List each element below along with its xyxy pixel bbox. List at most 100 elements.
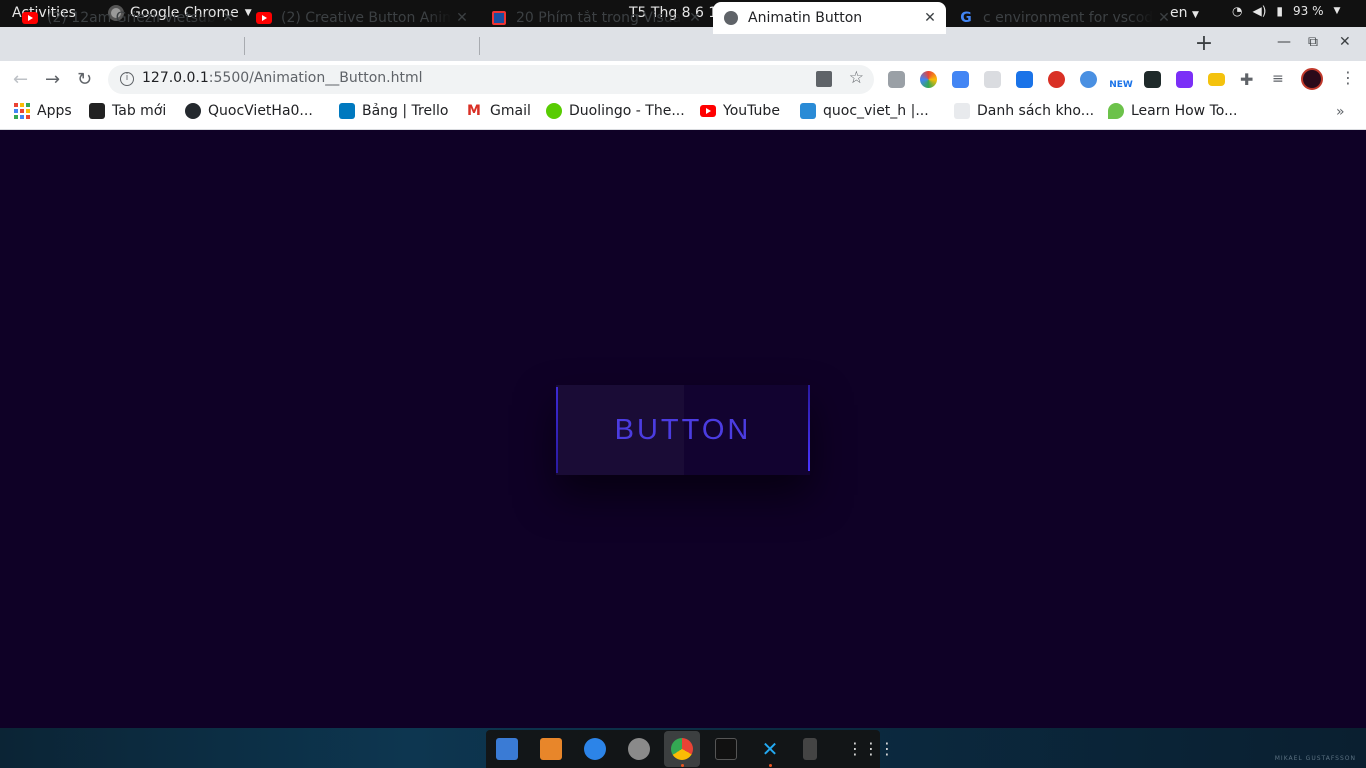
- minimize-icon[interactable]: —: [1277, 34, 1291, 50]
- new-tab-button[interactable]: +: [1190, 31, 1218, 56]
- bookmark-site-icon: [954, 103, 970, 119]
- bookmark-site-icon: [800, 103, 816, 119]
- bookmark-youtube[interactable]: YouTube: [700, 103, 780, 119]
- terminal-icon[interactable]: [715, 738, 737, 760]
- close-icon[interactable]: ✕: [452, 10, 472, 26]
- bookmark-label: Apps: [37, 103, 72, 119]
- bookmark-duolingo[interactable]: Duolingo - The...: [546, 103, 685, 119]
- close-icon[interactable]: ✕: [1154, 10, 1174, 26]
- bookmark-label: Danh sách kho...: [977, 103, 1095, 119]
- app-store-icon[interactable]: [584, 738, 606, 760]
- caret-down-icon: ▼: [1333, 6, 1341, 16]
- bookmark-label: Learn How To...: [1131, 103, 1238, 119]
- profile-avatar[interactable]: [1301, 68, 1323, 90]
- bookmark-quoc-viet[interactable]: quoc_viet_h |...: [800, 103, 929, 119]
- close-icon[interactable]: ✕: [218, 10, 238, 26]
- url-text[interactable]: 127.0.0.1:5500/Animation__Button.html: [142, 70, 422, 86]
- running-indicator: [769, 764, 772, 767]
- apps-grid-icon: [14, 103, 30, 119]
- show-applications-icon[interactable]: ⋮⋮⋮: [847, 738, 895, 760]
- files-icon[interactable]: [496, 738, 518, 760]
- article-icon: [491, 10, 507, 26]
- back-arrow-icon[interactable]: ←: [13, 69, 28, 90]
- bookmark-trello[interactable]: Bảng | Trello: [339, 103, 448, 119]
- google-translate-extension-icon[interactable]: [952, 71, 969, 88]
- trello-icon: [339, 103, 355, 119]
- chrome-icon[interactable]: [671, 738, 693, 760]
- tab-title: Animatin Button: [748, 10, 863, 26]
- bookmark-label: QuocVietHa0...: [208, 103, 313, 119]
- youtube-icon: [700, 103, 716, 119]
- tab-moi-icon: [89, 103, 105, 119]
- url-path: :5500/Animation__Button.html: [208, 70, 423, 86]
- battery-icon: ▮: [1276, 4, 1284, 18]
- media-queue-icon[interactable]: ≡: [1272, 71, 1289, 88]
- battery-level: 93 %: [1293, 4, 1324, 18]
- presentation-app-icon[interactable]: [540, 738, 562, 760]
- forward-arrow-icon[interactable]: →: [45, 69, 60, 90]
- globe-icon: [723, 10, 739, 26]
- bookmark-label: quoc_viet_h |...: [823, 103, 929, 119]
- tab-youtube-creative-button[interactable]: (2) Creative Button Anima ✕: [246, 2, 478, 34]
- address-bar[interactable]: i 127.0.0.1:5500/Animation__Button.html …: [108, 65, 874, 94]
- extension-icon[interactable]: [1144, 71, 1161, 88]
- browser-toolbar: ← → ↻ i 127.0.0.1:5500/Animation__Button…: [0, 61, 1366, 98]
- close-icon[interactable]: ✕: [685, 10, 705, 26]
- duolingo-icon: [546, 103, 562, 119]
- window-close-icon[interactable]: ✕: [1339, 34, 1351, 50]
- bookmark-danh-sach[interactable]: Danh sách kho...: [954, 103, 1094, 119]
- extension-icon[interactable]: [1080, 71, 1097, 88]
- volume-icon: ◀): [1252, 4, 1267, 18]
- bookmark-label: Duolingo - The...: [569, 103, 685, 119]
- extension-icon[interactable]: [888, 71, 905, 88]
- extensions-puzzle-icon[interactable]: ✚: [1240, 71, 1257, 88]
- tab-youtube-12am[interactable]: (2) 12am Griezii vietsub + l ✕: [12, 2, 244, 34]
- running-indicator: [681, 764, 684, 767]
- tab-title: c environment for vscode: [983, 10, 1154, 26]
- reload-icon[interactable]: ↻: [77, 69, 92, 90]
- extension-icon[interactable]: [1176, 71, 1193, 88]
- youtube-icon: [256, 10, 272, 26]
- water-drop-extension-icon[interactable]: [1016, 71, 1033, 88]
- dock: ✕ ⋮⋮⋮: [486, 730, 895, 768]
- bookmark-learn-how-to[interactable]: Learn How To...: [1108, 103, 1237, 119]
- close-icon[interactable]: ✕: [920, 10, 940, 26]
- more-menu-icon[interactable]: ⋮: [1340, 68, 1356, 87]
- bookmark-label: Tab mới: [112, 103, 167, 119]
- tab-title: (2) 12am Griezii vietsub + l: [47, 10, 218, 26]
- bookmark-star-icon[interactable]: ☆: [849, 68, 864, 88]
- wifi-icon: ◔: [1232, 4, 1243, 18]
- animated-button[interactable]: BUTTON: [556, 385, 810, 475]
- gmail-icon: M: [467, 103, 481, 119]
- bookmark-label: Gmail: [490, 103, 531, 119]
- vscode-icon[interactable]: ✕: [759, 738, 781, 760]
- info-icon[interactable]: i: [120, 72, 134, 86]
- tab-visual-shortcuts[interactable]: 20 Phím tắt trong Visual S ✕: [481, 2, 711, 34]
- extension-icon[interactable]: [1208, 73, 1225, 86]
- translate-icon[interactable]: [816, 71, 832, 87]
- bookmark-gmail[interactable]: M Gmail: [467, 103, 531, 119]
- bookmark-github[interactable]: QuocVietHa0...: [185, 103, 313, 119]
- restore-icon[interactable]: ⧉: [1308, 34, 1318, 50]
- leaf-icon: [1108, 103, 1124, 119]
- settings-icon[interactable]: [628, 738, 650, 760]
- calculator-icon[interactable]: [803, 738, 817, 760]
- bookmark-tab-moi[interactable]: Tab mới: [89, 103, 166, 119]
- tab-google-search[interactable]: G c environment for vscode ✕: [948, 2, 1180, 34]
- chevron-right-icon[interactable]: »: [1336, 104, 1345, 120]
- bookmark-apps[interactable]: Apps: [14, 103, 72, 119]
- adblock-plus-icon[interactable]: [1048, 71, 1065, 88]
- github-icon: [185, 103, 201, 119]
- url-host: 127.0.0.1: [142, 70, 209, 86]
- bookmark-label: Bảng | Trello: [362, 103, 449, 119]
- tab-animatin-button[interactable]: Animatin Button ✕: [713, 2, 946, 34]
- extension-icon[interactable]: [984, 71, 1001, 88]
- tab-title: (2) Creative Button Anima: [281, 10, 452, 26]
- color-picker-extension-icon[interactable]: [920, 71, 937, 88]
- youtube-icon: [22, 10, 38, 26]
- bookmark-label: YouTube: [723, 103, 780, 119]
- tab-title: 20 Phím tắt trong Visual S: [516, 10, 685, 26]
- new-badge-extension-icon[interactable]: NEW: [1108, 70, 1134, 92]
- button-label: BUTTON: [614, 414, 752, 446]
- system-menu[interactable]: ◔ ◀) ▮ 93 % ▼: [1232, 4, 1340, 18]
